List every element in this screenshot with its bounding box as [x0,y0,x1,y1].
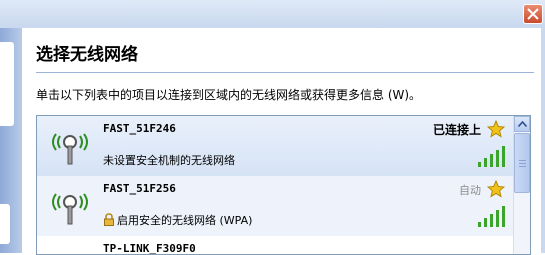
main-content: 选择无线网络 单击以下列表中的项目以连接到区域内的无线网络或获得更多信息 (W)… [22,28,541,255]
security-row: 启用安全的无线网络 (WPA) [103,212,252,228]
chevron-up-icon [518,121,527,127]
close-icon [527,8,539,20]
security-text: 未设置安全机制的无线网络 [103,154,235,167]
signal-strength-icon [478,146,505,167]
network-ssid: TP-LINK_F309F0 [103,242,196,255]
instruction-text: 单击以下列表中的项目以连接到区域内的无线网络或获得更多信息 (W)。 [36,88,422,102]
preferred-star-icon [487,180,505,198]
security-text: 启用安全的无线网络 (WPA) [117,214,253,227]
window-titlebar [0,0,545,28]
scroll-up-button[interactable] [514,116,530,132]
network-item[interactable]: TP-LINK_F309F0 [37,236,515,255]
network-list[interactable]: FAST_51F246 已连接上 未设置安全机制的无线网络 FAST_51F25… [36,115,531,255]
task-pane-card [0,204,10,244]
signal-strength-icon [478,206,505,227]
page-title: 选择无线网络 [36,45,138,65]
list-scrollbar[interactable] [513,116,530,254]
lock-icon [104,213,114,226]
network-item[interactable]: FAST_51F246 已连接上 未设置安全机制的无线网络 [37,116,515,176]
wifi-antenna-icon [52,193,88,225]
close-button[interactable] [523,4,543,24]
task-pane [0,28,22,253]
preferred-star-icon [487,120,505,138]
network-ssid: FAST_51F246 [103,122,176,135]
scroll-thumb[interactable] [514,133,530,193]
wifi-antenna-icon [52,133,88,165]
title-divider [36,72,534,73]
window-edge [541,28,545,253]
network-item[interactable]: FAST_51F256 自动 启用安全的无线网络 (WPA) [37,176,515,236]
connection-status: 自动 [459,184,481,197]
connection-status: 已连接上 [432,123,481,137]
task-pane-card [0,42,14,126]
network-ssid: FAST_51F256 [103,182,176,195]
